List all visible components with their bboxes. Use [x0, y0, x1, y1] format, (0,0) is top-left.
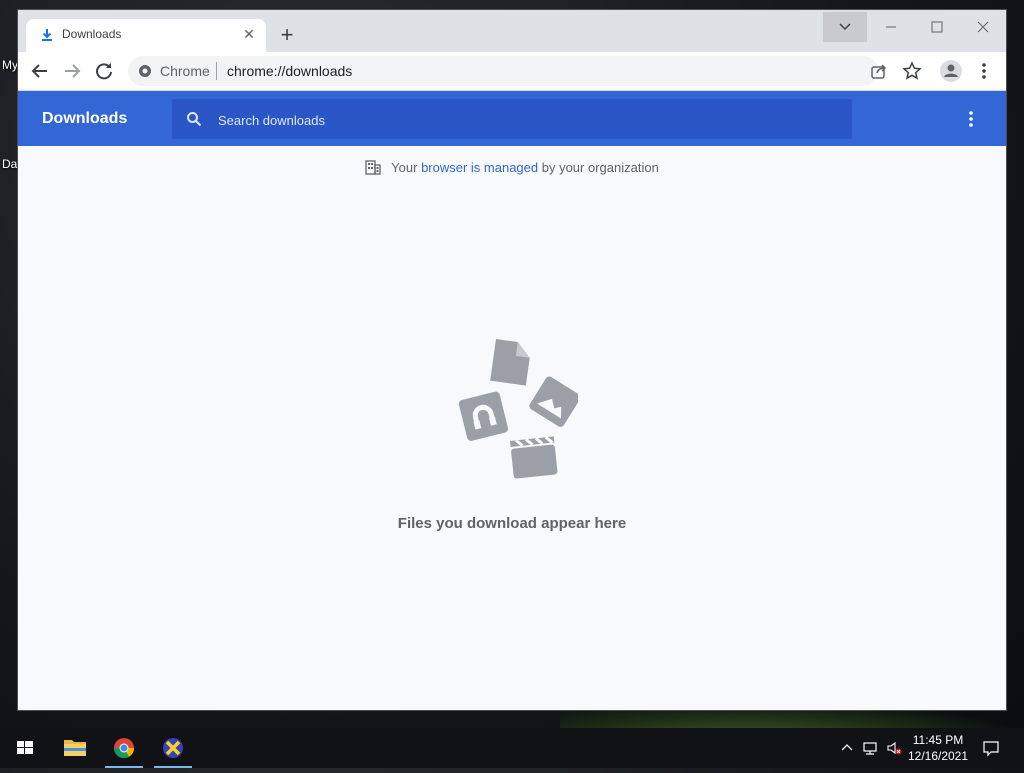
title-bar: Downloads ✕ +	[18, 10, 1006, 52]
tab-close-icon[interactable]: ✕	[240, 25, 258, 43]
site-label: Chrome	[160, 63, 210, 79]
downloads-header: Downloads	[18, 91, 1006, 146]
video-icon	[510, 436, 558, 479]
download-icon	[42, 29, 52, 41]
image-icon	[529, 376, 578, 427]
maximize-button[interactable]	[914, 12, 960, 42]
search-box[interactable]	[172, 99, 852, 141]
tab-downloads[interactable]: Downloads ✕	[26, 19, 266, 52]
bookmark-star-icon[interactable]	[902, 61, 922, 81]
x-app-button[interactable]	[150, 728, 196, 768]
chrome-icon	[113, 738, 135, 759]
omnibox-divider	[216, 62, 217, 80]
arrow-left-icon	[31, 64, 47, 78]
empty-downloads-illustration	[458, 339, 578, 479]
person-icon	[944, 64, 958, 77]
start-button[interactable]	[2, 728, 48, 768]
browser-toolbar: Chrome chrome://downloads	[18, 52, 1006, 91]
managed-notice: Your browser is managed by your organiza…	[18, 159, 1006, 175]
back-button[interactable]	[26, 58, 54, 84]
downloads-page: Downloads Your browser is managed by you…	[18, 91, 1006, 710]
tab-search-button[interactable]	[823, 12, 867, 42]
chrome-site-icon	[139, 65, 151, 77]
folder-icon	[64, 740, 86, 756]
managed-text-after: by your organization	[538, 160, 659, 175]
network-icon[interactable]	[862, 740, 878, 756]
address-bar[interactable]: Chrome chrome://downloads	[128, 56, 922, 86]
profile-avatar[interactable]	[940, 60, 962, 82]
search-icon	[187, 112, 202, 127]
more-actions-icon[interactable]	[962, 108, 980, 130]
building-icon	[365, 160, 381, 175]
chrome-taskbar-button[interactable]	[101, 728, 147, 768]
close-button[interactable]	[960, 12, 1006, 42]
search-input[interactable]	[216, 99, 840, 141]
desktop-icon-label[interactable]: Da	[2, 157, 17, 171]
windows-start-icon	[17, 741, 33, 754]
chevron-down-icon	[839, 23, 851, 31]
close-icon	[977, 21, 989, 33]
notification-center-icon[interactable]	[982, 739, 1000, 757]
taskbar: 11:45 PM 12/16/2021	[0, 728, 1024, 768]
managed-text-before: Your	[391, 160, 422, 175]
chevron-up-icon[interactable]	[839, 740, 855, 756]
forward-button[interactable]	[58, 58, 86, 84]
browser-menu-icon[interactable]	[976, 60, 992, 82]
minimize-button[interactable]	[868, 12, 914, 42]
empty-state-message: Files you download appear here	[397, 515, 627, 532]
new-tab-button[interactable]: +	[274, 23, 300, 49]
minimize-icon	[886, 26, 896, 28]
reload-icon	[96, 63, 112, 80]
system-clock[interactable]: 11:45 PM 12/16/2021	[906, 732, 970, 764]
clock-time: 11:45 PM	[912, 733, 964, 747]
volume-muted-icon[interactable]	[886, 740, 902, 756]
arrow-right-icon	[65, 64, 81, 78]
maximize-icon	[931, 21, 943, 33]
x-app-icon	[163, 738, 183, 758]
clock-date: 12/16/2021	[907, 749, 969, 763]
share-icon[interactable]	[870, 62, 888, 80]
file-explorer-button[interactable]	[52, 728, 98, 768]
desktop-icon-label[interactable]: My	[2, 58, 18, 72]
chrome-window: Downloads ✕ + Chrome chrome://downloads …	[18, 10, 1006, 710]
managed-link[interactable]: browser is managed	[421, 160, 538, 175]
reload-button[interactable]	[90, 58, 118, 84]
document-icon	[490, 339, 530, 386]
page-title: Downloads	[42, 110, 128, 127]
url-text[interactable]: chrome://downloads	[227, 63, 352, 79]
audio-icon	[458, 391, 509, 441]
tab-title: Downloads	[62, 27, 122, 41]
